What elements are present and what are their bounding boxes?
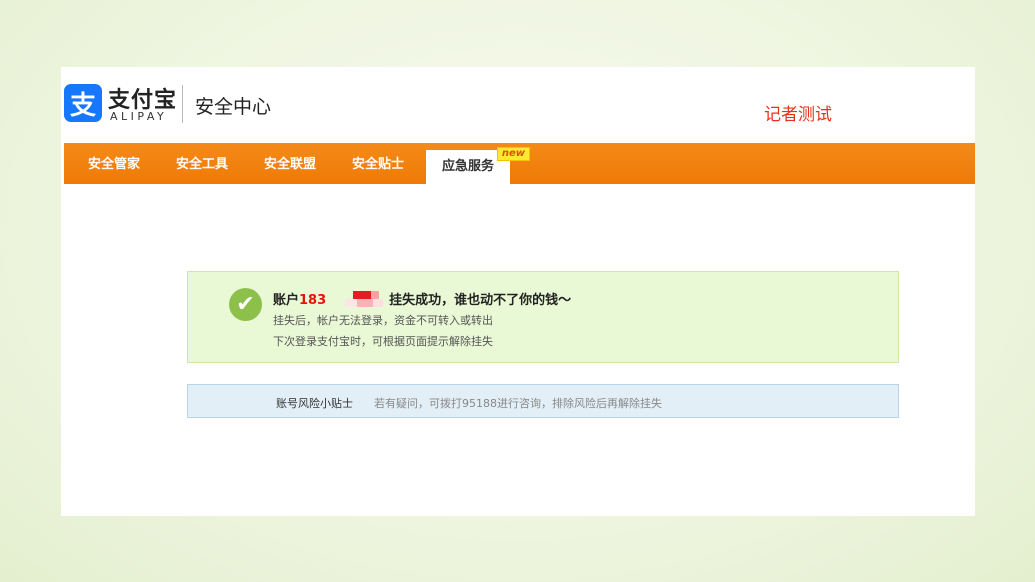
site-title: 安全中心: [195, 96, 272, 118]
account-number: 183: [299, 293, 327, 308]
success-message-box: ✔ 账户183 挂失成功，谁也动不了你的钱～ 挂失后，帐户无法登录，资金不可转入或…: [187, 271, 899, 363]
tips-label: 账号风险小贴士: [276, 397, 353, 410]
nav-item-label: 应急服务: [441, 159, 494, 174]
title-suffix: 挂失成功，谁也动不了你的钱～: [389, 293, 572, 308]
risk-tips-box: 账号风险小贴士 若有疑问，可拨打95188进行咨询，排除风险后再解除挂失: [187, 384, 899, 418]
new-badge: new: [496, 147, 530, 161]
nav-item-security-alliance[interactable]: 安全联盟: [264, 143, 316, 184]
logo-divider: [182, 85, 183, 123]
success-line-1: 挂失后，帐户无法登录，资金不可转入或转出: [273, 314, 493, 327]
nav-item-security-tools[interactable]: 安全工具: [176, 143, 228, 184]
success-title: 账户183 挂失成功，谁也动不了你的钱～: [273, 289, 571, 308]
nav-item-emergency-service[interactable]: 应急服务 new: [426, 147, 530, 184]
nav-item-security-tips[interactable]: 安全贴士: [352, 143, 404, 184]
success-line-2: 下次登录支付宝时，可根据页面提示解除挂失: [273, 335, 493, 348]
check-circle-icon: ✔: [229, 288, 262, 321]
tips-text: 若有疑问，可拨打95188进行咨询，排除风险后再解除挂失: [374, 397, 662, 410]
reporter-label: 记者测试: [764, 105, 832, 125]
page-container: 支 支付宝 ALIPAY 安全中心 记者测试 安全管家 安全工具 安全联盟 安全…: [61, 67, 975, 516]
title-prefix: 账户: [273, 293, 300, 308]
alipay-logo-icon[interactable]: 支: [64, 84, 102, 122]
nav-item-security-manager[interactable]: 安全管家: [88, 143, 140, 184]
main-nav: 安全管家 安全工具 安全联盟 安全贴士 应急服务 new: [64, 143, 975, 184]
header: 支 支付宝 ALIPAY 安全中心 记者测试: [61, 67, 975, 143]
logo-text-en: ALIPAY: [110, 110, 168, 123]
redacted-mosaic: [343, 291, 389, 307]
